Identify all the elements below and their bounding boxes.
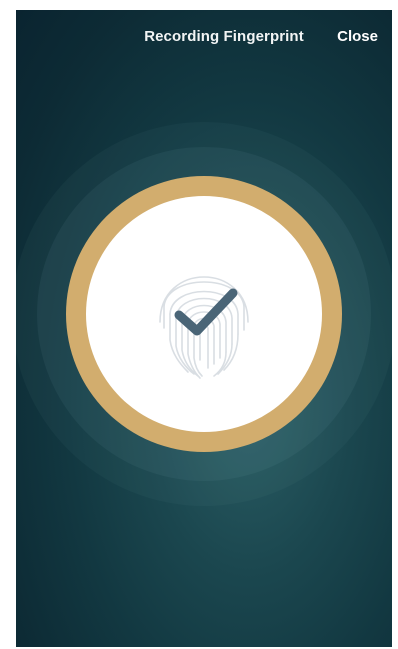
page-title: Recording Fingerprint bbox=[144, 28, 304, 45]
screen: Recording Fingerprint Close bbox=[16, 10, 392, 647]
close-button[interactable]: Close bbox=[337, 28, 378, 45]
top-bar: Recording Fingerprint Close bbox=[16, 10, 392, 64]
checkmark-icon bbox=[174, 288, 238, 336]
